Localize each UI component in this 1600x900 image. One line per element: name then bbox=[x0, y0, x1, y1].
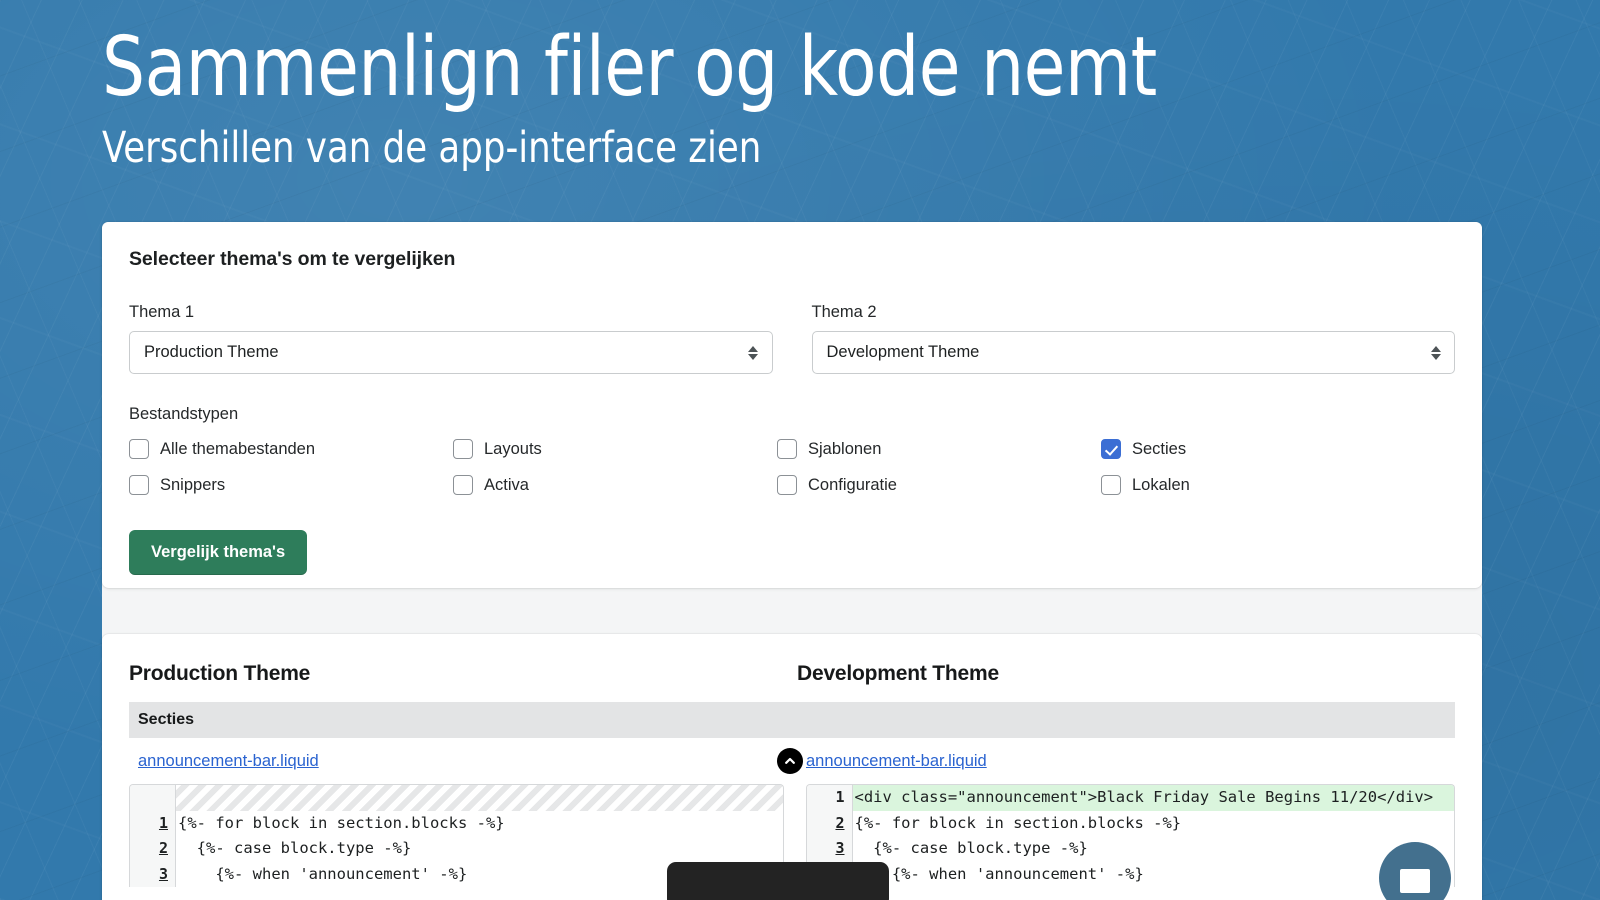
checkbox-label: Activa bbox=[484, 475, 529, 494]
checkbox-alle-themabestanden[interactable]: Alle themabestanden bbox=[129, 436, 453, 462]
line-code: {%- when 'announcement' -%} bbox=[854, 864, 1144, 883]
app-window: Selecteer thema's om te vergelijken Them… bbox=[102, 222, 1482, 900]
checkbox-label: Sjablonen bbox=[808, 439, 882, 458]
right-file-link[interactable]: announcement-bar.liquid bbox=[806, 752, 987, 770]
theme-2-select[interactable]: Development Theme bbox=[811, 331, 1455, 374]
theme-1-field: Thema 1 Production Theme bbox=[129, 303, 773, 374]
checkbox-box-icon[interactable] bbox=[453, 475, 473, 495]
checkbox-box-icon[interactable] bbox=[453, 439, 473, 459]
select-stepper-icon bbox=[748, 344, 759, 362]
theme-1-label: Thema 1 bbox=[129, 303, 195, 321]
left-theme-heading: Production Theme bbox=[129, 662, 311, 685]
checkbox-box-icon[interactable] bbox=[777, 475, 797, 495]
theme-selector-card: Selecteer thema's om te vergelijken Them… bbox=[102, 222, 1482, 588]
filetypes-label: Bestandstypen bbox=[129, 405, 239, 423]
diff-line: 1 {%- for block in section.blocks -%} bbox=[130, 810, 783, 836]
file-comparison-row: announcement-bar.liquid announcement-bar… bbox=[129, 738, 1455, 784]
page-subtitle: Verschillen van de app-interface zien bbox=[102, 122, 762, 173]
file-group-label: Secties bbox=[138, 711, 195, 728]
line-code bbox=[176, 785, 783, 811]
results-headings-row: Production Theme Development Theme bbox=[129, 662, 1455, 686]
checkbox-box-icon[interactable] bbox=[777, 439, 797, 459]
checkbox-label: Secties bbox=[1132, 439, 1187, 458]
diff-line bbox=[130, 785, 783, 811]
diff-line: 1 <div class="announcement">Black Friday… bbox=[806, 785, 1454, 811]
left-file-cell: announcement-bar.liquid bbox=[129, 752, 797, 771]
checkbox-label: Alle themabestanden bbox=[160, 439, 316, 458]
checkbox-box-icon[interactable] bbox=[129, 439, 149, 459]
checkbox-snippers[interactable]: Snippers bbox=[129, 472, 453, 498]
line-number bbox=[130, 785, 176, 811]
filetypes-checkbox-grid: Alle themabestanden Layouts Sjablonen Se… bbox=[129, 436, 1455, 498]
theme-2-selected-value: Development Theme bbox=[826, 343, 980, 361]
checkbox-lokalen[interactable]: Lokalen bbox=[1101, 472, 1455, 498]
file-group-header: Secties bbox=[129, 702, 1455, 738]
left-file-link[interactable]: announcement-bar.liquid bbox=[138, 752, 319, 770]
checkbox-activa[interactable]: Activa bbox=[453, 472, 777, 498]
page-title: Sammenlign filer og kode nemt bbox=[102, 20, 1157, 115]
toast-notification bbox=[667, 862, 889, 900]
right-diff-pane[interactable]: 1 <div class="announcement">Black Friday… bbox=[805, 784, 1455, 887]
line-number: 3 bbox=[130, 861, 176, 887]
diff-line: 4 {%- when 'announcement' -%} bbox=[806, 861, 1455, 887]
checkbox-layouts[interactable]: Layouts bbox=[453, 436, 777, 462]
checkbox-label: Lokalen bbox=[1132, 475, 1190, 494]
checkbox-label: Layouts bbox=[484, 439, 542, 458]
line-code: <div class="announcement">Black Friday S… bbox=[852, 785, 1454, 811]
theme-1-select[interactable]: Production Theme bbox=[129, 331, 773, 374]
diff-line: 3 {%- case block.type -%} bbox=[806, 836, 1455, 862]
theme-1-selected-value: Production Theme bbox=[144, 343, 279, 361]
line-code: {%- case block.type -%} bbox=[854, 839, 1088, 857]
comparison-results-card: Production Theme Development Theme Secti… bbox=[102, 634, 1482, 900]
theme-2-label: Thema 2 bbox=[811, 303, 877, 321]
line-code: {%- for block in section.blocks -%} bbox=[854, 813, 1182, 832]
selector-card-title: Selecteer thema's om te vergelijken bbox=[129, 248, 456, 270]
chat-bubble-shape bbox=[1400, 869, 1430, 893]
checkbox-configuratie[interactable]: Configuratie bbox=[777, 472, 1101, 498]
line-number: 1 bbox=[806, 785, 853, 811]
checkbox-secties[interactable]: Secties bbox=[1101, 436, 1455, 462]
line-code: {%- case block.type -%} bbox=[178, 839, 412, 857]
checkbox-sjablonen[interactable]: Sjablonen bbox=[777, 436, 1101, 462]
line-code: {%- for block in section.blocks -%} bbox=[178, 813, 505, 832]
checkbox-box-icon[interactable] bbox=[1101, 475, 1121, 495]
right-file-cell: announcement-bar.liquid bbox=[797, 752, 1455, 771]
hero-heading-block: Sammenlign filer og kode nemt Verschille… bbox=[102, 20, 1249, 174]
diff-line: 2 {%- case block.type -%} bbox=[130, 836, 783, 862]
line-number: 2 bbox=[806, 810, 853, 836]
line-number: 1 bbox=[130, 810, 176, 836]
chevron-up-icon[interactable] bbox=[777, 748, 803, 774]
select-stepper-icon bbox=[1430, 344, 1441, 362]
line-number: 3 bbox=[806, 836, 853, 862]
theme-2-field: Thema 2 Development Theme bbox=[811, 303, 1455, 374]
line-number: 2 bbox=[130, 836, 176, 862]
diff-line: 2 {%- for block in section.blocks -%} bbox=[806, 810, 1455, 836]
theme-selects-row: Thema 1 Production Theme Thema 2 Develop… bbox=[129, 303, 1455, 374]
checkbox-label: Snippers bbox=[160, 475, 226, 494]
right-theme-heading: Development Theme bbox=[797, 662, 999, 685]
checkbox-label: Configuratie bbox=[808, 475, 897, 494]
checkbox-box-icon[interactable] bbox=[129, 475, 149, 495]
compare-themes-button[interactable]: Vergelijk thema's bbox=[129, 530, 308, 575]
checkbox-box-icon-checked[interactable] bbox=[1101, 439, 1121, 459]
